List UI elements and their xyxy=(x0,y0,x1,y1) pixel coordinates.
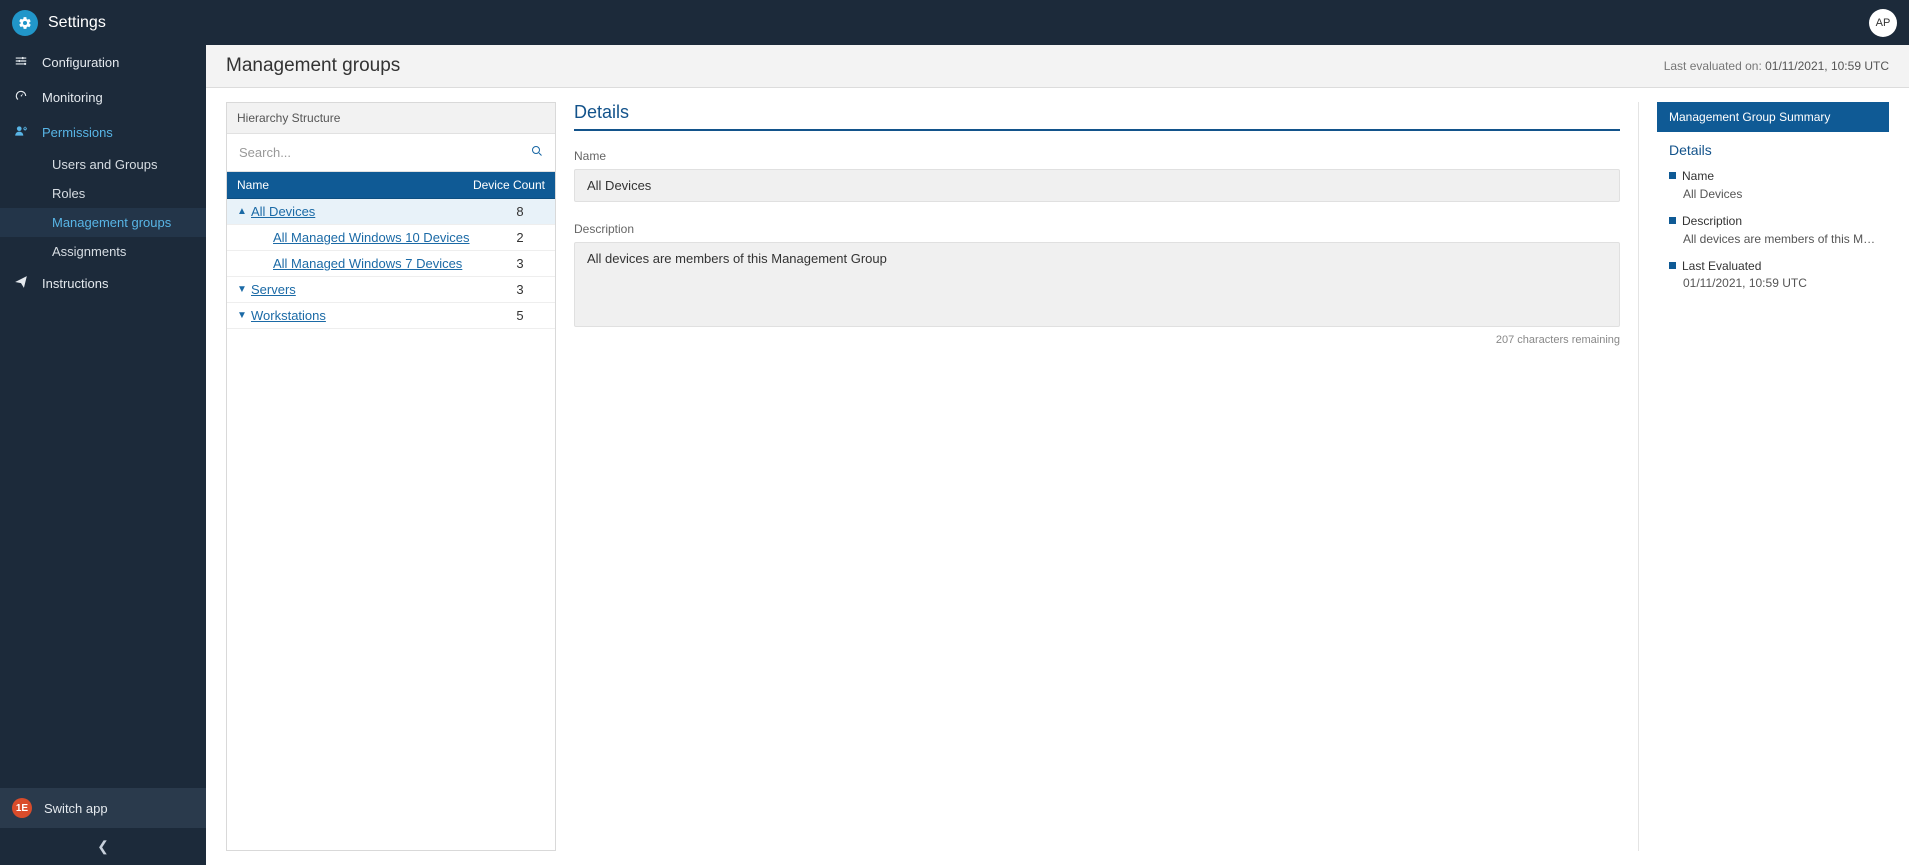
hierarchy-panel-title: Hierarchy Structure xyxy=(227,103,555,134)
sidebar-subitem-label: Management groups xyxy=(52,215,171,230)
hierarchy-search-input[interactable] xyxy=(235,140,527,165)
tree-row-count: 5 xyxy=(495,308,545,323)
collapse-sidebar-button[interactable]: ❮ xyxy=(0,828,206,865)
sidebar-subitem-label: Users and Groups xyxy=(52,157,158,172)
chevron-left-icon: ❮ xyxy=(97,838,109,854)
sidebar-subitem-users-and-groups[interactable]: Users and Groups xyxy=(0,150,206,179)
summary-item-value: 01/11/2021, 10:59 UTC xyxy=(1683,276,1877,290)
sidebar-subitem-label: Roles xyxy=(52,186,85,201)
summary-subheading: Details xyxy=(1669,142,1877,158)
description-field-label: Description xyxy=(574,222,1620,236)
page-title: Management groups xyxy=(226,55,400,77)
summary-item-value: All devices are members of this Manag... xyxy=(1683,232,1877,246)
sidebar: Configuration Monitoring Permissions xyxy=(0,45,206,865)
tree-row-label[interactable]: All Devices xyxy=(251,204,495,219)
bullet-icon xyxy=(1669,217,1676,224)
app-title: Settings xyxy=(48,14,106,32)
tree-row-label[interactable]: All Managed Windows 10 Devices xyxy=(273,230,495,245)
last-evaluated: Last evaluated on: 01/11/2021, 10:59 UTC xyxy=(1664,59,1889,73)
hierarchy-table-header: Name Device Count xyxy=(227,172,555,199)
top-bar: Settings AP xyxy=(0,0,1909,45)
page-header: Management groups Last evaluated on: 01/… xyxy=(206,45,1909,88)
column-name: Name xyxy=(237,178,455,192)
summary-item: Last Evaluated 01/11/2021, 10:59 UTC xyxy=(1669,258,1877,291)
summary-header: Management Group Summary xyxy=(1657,102,1889,132)
summary-item: Name All Devices xyxy=(1669,168,1877,201)
chevron-down-icon[interactable]: ▼ xyxy=(237,284,251,295)
switch-app-button[interactable]: 1E Switch app xyxy=(0,788,206,828)
tree-row-count: 8 xyxy=(495,204,545,219)
app-logo-icon xyxy=(12,10,38,36)
switch-app-label: Switch app xyxy=(44,801,108,816)
name-field-input[interactable] xyxy=(574,169,1620,202)
tree-row[interactable]: ▲All Devices8 xyxy=(227,199,555,225)
bullet-icon xyxy=(1669,172,1676,179)
details-heading: Details xyxy=(574,102,1620,131)
sidebar-item-label: Permissions xyxy=(42,125,113,140)
summary-item-value: All Devices xyxy=(1683,187,1877,201)
summary-item: Description All devices are members of th… xyxy=(1669,213,1877,246)
last-evaluated-label: Last evaluated on: xyxy=(1664,59,1762,73)
tree-row-label[interactable]: Workstations xyxy=(251,308,495,323)
sidebar-item-configuration[interactable]: Configuration xyxy=(0,45,206,80)
main-content: Management groups Last evaluated on: 01/… xyxy=(206,45,1909,865)
tree-row[interactable]: ▼Workstations5 xyxy=(227,303,555,329)
column-device-count: Device Count xyxy=(455,178,545,192)
chars-remaining: 207 characters remaining xyxy=(574,334,1620,346)
user-avatar[interactable]: AP xyxy=(1869,9,1897,37)
bullet-icon xyxy=(1669,262,1676,269)
tree-row-count: 3 xyxy=(495,256,545,271)
user-gear-icon xyxy=(12,124,30,141)
chevron-up-icon[interactable]: ▲ xyxy=(237,206,251,217)
tree-row[interactable]: All Managed Windows 10 Devices2 xyxy=(227,225,555,251)
sidebar-item-monitoring[interactable]: Monitoring xyxy=(0,80,206,115)
tree-row-label[interactable]: Servers xyxy=(251,282,495,297)
last-evaluated-value: 01/11/2021, 10:59 UTC xyxy=(1765,59,1889,73)
sidebar-subitem-management-groups[interactable]: Management groups xyxy=(0,208,206,237)
sliders-icon xyxy=(12,54,30,71)
tree-row-count: 3 xyxy=(495,282,545,297)
name-field-label: Name xyxy=(574,149,1620,163)
tree-row[interactable]: All Managed Windows 7 Devices3 xyxy=(227,251,555,277)
tree-row-count: 2 xyxy=(495,230,545,245)
summary-item-label: Name xyxy=(1682,169,1714,183)
sidebar-item-label: Configuration xyxy=(42,55,119,70)
search-icon[interactable] xyxy=(527,145,547,160)
hierarchy-tree: ▲All Devices8All Managed Windows 10 Devi… xyxy=(227,199,555,850)
sidebar-subitem-assignments[interactable]: Assignments xyxy=(0,237,206,266)
tree-row[interactable]: ▼Servers3 xyxy=(227,277,555,303)
description-field-textarea[interactable] xyxy=(574,242,1620,327)
summary-item-label: Last Evaluated xyxy=(1682,258,1761,272)
sidebar-item-instructions[interactable]: Instructions xyxy=(0,266,206,301)
gauge-icon xyxy=(12,89,30,106)
summary-item-label: Description xyxy=(1682,214,1742,228)
sidebar-subitem-roles[interactable]: Roles xyxy=(0,179,206,208)
sidebar-subitem-label: Assignments xyxy=(52,244,126,259)
sidebar-item-permissions[interactable]: Permissions xyxy=(0,115,206,150)
sidebar-item-label: Instructions xyxy=(42,276,108,291)
summary-panel: Management Group Summary Details Name All… xyxy=(1657,102,1889,851)
tree-row-label[interactable]: All Managed Windows 7 Devices xyxy=(273,256,495,271)
details-panel: Details Name Description 207 characters … xyxy=(574,102,1639,851)
hierarchy-panel: Hierarchy Structure Name Device Count ▲A… xyxy=(226,102,556,851)
chevron-down-icon[interactable]: ▼ xyxy=(237,310,251,321)
switch-app-icon: 1E xyxy=(12,798,32,818)
paper-plane-icon xyxy=(12,275,30,292)
sidebar-item-label: Monitoring xyxy=(42,90,103,105)
